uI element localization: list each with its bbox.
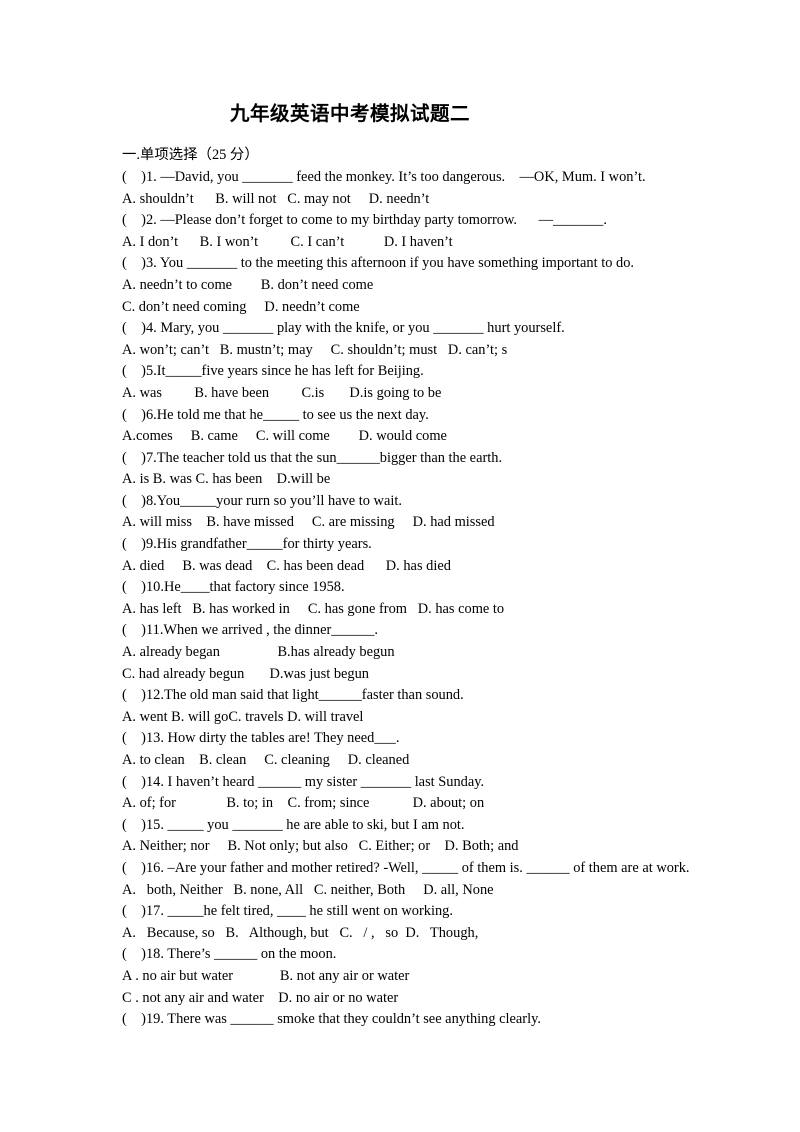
question-line: ( )17. _____he felt tired, ____ he still… [122, 903, 453, 920]
option-line: A . no air but water B. not any air or w… [122, 967, 410, 984]
question-line: ( )10.He____that factory since 1958. [122, 579, 345, 596]
question-line: ( )18. There’s ______ on the moon. [122, 946, 337, 963]
option-line: C. had already begun D.was just begun [122, 665, 369, 682]
option-line: A. needn’t to come B. don’t need come [122, 276, 374, 293]
question-line: ( )2. —Please don’t forget to come to my… [122, 212, 607, 229]
option-line: A. both, Neither B. none, All C. neither… [122, 881, 494, 898]
option-line: A. won’t; can’t B. mustn’t; may C. shoul… [122, 341, 508, 358]
question-list: ( )1. —David, you _______ feed the monke… [122, 167, 760, 1031]
question-line: ( )3. You _______ to the meeting this af… [122, 255, 635, 272]
option-line: A. died B. was dead C. has been dead D. … [122, 557, 451, 574]
exam-page: 九年级英语中考模拟试题二 一.单项选择（25 分） ( )1. —David, … [0, 0, 800, 1132]
question-line: ( )14. I haven’t heard ______ my sister … [122, 773, 485, 790]
option-line: A. to clean B. clean C. cleaning D. clea… [122, 752, 410, 768]
question-line: ( )16. –Are your father and mother retir… [122, 859, 690, 876]
question-line: ( )4. Mary, you _______ play with the kn… [122, 320, 565, 337]
option-line: A. was B. have been C.is D.is going to b… [122, 384, 442, 401]
option-line: A. Because, so B. Although, but C. / , s… [122, 924, 479, 941]
option-line: A. has left B. has worked in C. has gone… [122, 600, 505, 617]
option-line: A. went B. will goC. travels D. will tra… [122, 708, 364, 725]
option-line: A.comes B. came C. will come D. would co… [122, 428, 447, 445]
question-line: ( )5.It_____five years since he has left… [122, 363, 424, 380]
question-line: ( )15. _____ you _______ he are able to … [122, 816, 465, 833]
option-line: C. don’t need coming D. needn’t come [122, 298, 360, 315]
option-line: A. of; for B. to; in C. from; since D. a… [122, 795, 485, 812]
question-line: ( )9.His grandfather_____for thirty year… [122, 536, 372, 553]
page-title: 九年级英语中考模拟试题二 [229, 104, 470, 125]
option-line: A. shouldn’t B. will not C. may not D. n… [122, 190, 430, 207]
section-heading: 一.单项选择（25 分） [122, 147, 259, 164]
option-line: A. I don’t B. I won’t C. I can’t D. I ha… [122, 233, 453, 250]
option-line: A. already began B.has already begun [122, 644, 395, 661]
question-line: ( )1. —David, you _______ feed the monke… [122, 168, 646, 185]
question-line: ( )6.He told me that he_____ to see us t… [122, 406, 429, 423]
option-line: C . not any air and water D. no air or n… [122, 989, 399, 1006]
question-line: ( )7.The teacher told us that the sun___… [122, 449, 503, 466]
option-line: A. is B. was C. has been D.will be [122, 471, 331, 488]
question-line: ( )19. There was ______ smoke that they … [122, 1011, 541, 1028]
question-line: ( )11.When we arrived , the dinner______… [122, 622, 379, 639]
question-line: ( )8.You_____your rurn so you’ll have to… [122, 492, 402, 509]
option-line: A. Neither; nor B. Not only; but also C.… [122, 838, 519, 855]
option-line: A. will miss B. have missed C. are missi… [122, 514, 495, 531]
exam-body: 一.单项选择（25 分） ( )1. —David, you _______ f… [0, 127, 800, 1030]
question-line: ( )13. How dirty the tables are! They ne… [122, 730, 400, 747]
question-line: ( )12.The old man said that light______f… [122, 687, 464, 704]
